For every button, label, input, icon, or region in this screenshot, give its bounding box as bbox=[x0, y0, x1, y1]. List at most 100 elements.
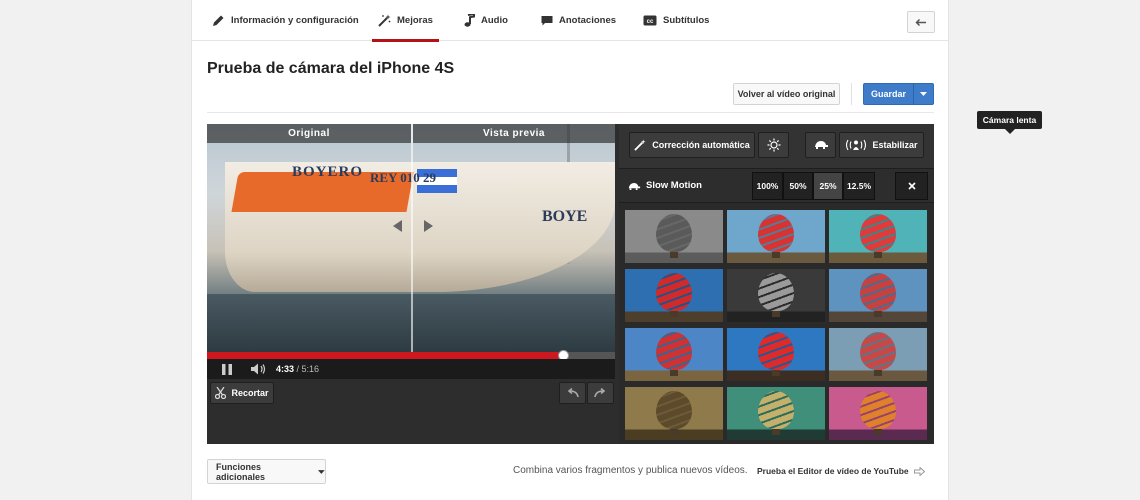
balloon-image bbox=[860, 273, 896, 317]
speed-12-5[interactable]: 12.5% bbox=[843, 172, 875, 200]
tab-label: Subtítulos bbox=[663, 15, 710, 26]
save-dropdown-caret[interactable] bbox=[914, 92, 933, 96]
filter-thumbnail[interactable] bbox=[625, 269, 723, 322]
preview-label: Vista previa bbox=[413, 124, 615, 143]
footer-text: Combina varios fragmentos y publica nuev… bbox=[513, 465, 748, 476]
balloon-image bbox=[758, 332, 794, 376]
original-label: Original bbox=[207, 124, 411, 143]
enhancements-panel: Corrección automática Estabilizar Slow M… bbox=[619, 124, 934, 444]
split-divider[interactable] bbox=[411, 124, 413, 355]
tab-subtitles[interactable]: cc Subtítulos bbox=[643, 0, 709, 41]
video-editor-link-label: Prueba el Editor de vídeo de YouTube bbox=[757, 466, 909, 476]
filter-thumbnail[interactable] bbox=[829, 387, 927, 440]
slow-motion-row: Slow Motion 100% 50% 25% 12.5% bbox=[619, 168, 934, 203]
tab-annotations[interactable]: Anotaciones bbox=[541, 0, 616, 41]
speed-25[interactable]: 25% bbox=[813, 172, 843, 200]
arrow-left-icon bbox=[393, 220, 402, 232]
tab-enhancements[interactable]: Mejoras bbox=[372, 0, 439, 42]
filter-thumbnail[interactable] bbox=[829, 269, 927, 322]
turtle-icon bbox=[628, 183, 641, 190]
balloon-image bbox=[656, 214, 692, 258]
stabilize-icon bbox=[846, 139, 867, 151]
filter-thumbnail[interactable] bbox=[727, 269, 825, 322]
trim-button[interactable]: Recortar bbox=[210, 382, 274, 404]
filter-thumbnail[interactable] bbox=[625, 210, 723, 263]
divider bbox=[207, 112, 934, 113]
svg-text:cc: cc bbox=[647, 19, 654, 25]
player-controls: 4:33 / 5:16 bbox=[207, 359, 615, 379]
volume-icon[interactable] bbox=[251, 363, 267, 375]
divider bbox=[851, 83, 852, 105]
save-button[interactable]: Guardar bbox=[863, 83, 934, 105]
video-editor-link[interactable]: Prueba el Editor de vídeo de YouTube bbox=[757, 466, 925, 476]
arrow-right-icon bbox=[913, 466, 925, 476]
tab-info-settings[interactable]: Información y configuración bbox=[212, 0, 359, 41]
scissors-icon bbox=[215, 387, 227, 399]
undo-button[interactable] bbox=[559, 382, 586, 404]
revert-original-button[interactable]: Volver al vídeo original bbox=[733, 83, 840, 105]
balloon-image bbox=[860, 391, 896, 435]
caret-down-icon bbox=[920, 92, 927, 96]
back-button[interactable] bbox=[907, 11, 935, 33]
balloon-image bbox=[758, 391, 794, 435]
stabilize-label: Estabilizar bbox=[872, 140, 918, 150]
save-label: Guardar bbox=[864, 84, 914, 104]
boat-text: BOYERO bbox=[292, 164, 364, 180]
filter-thumbnail[interactable] bbox=[829, 210, 927, 263]
speed-100[interactable]: 100% bbox=[752, 172, 783, 200]
balloon-image bbox=[860, 214, 896, 258]
close-slow-motion-button[interactable] bbox=[895, 172, 928, 200]
video-preview[interactable]: BOYERO REY 010 29 BOYE Original Vista pr… bbox=[207, 124, 615, 355]
stabilize-button[interactable]: Estabilizar bbox=[839, 132, 924, 158]
speed-50[interactable]: 50% bbox=[783, 172, 813, 200]
additional-features-label: Funciones adicionales bbox=[216, 461, 266, 482]
undo-icon bbox=[567, 388, 579, 398]
balloon-image bbox=[656, 332, 692, 376]
tool-row: Corrección automática Estabilizar bbox=[619, 124, 934, 168]
arrow-right-icon bbox=[424, 220, 433, 232]
tab-audio[interactable]: Audio bbox=[464, 0, 508, 41]
page-title: Prueba de cámara del iPhone 4S bbox=[207, 60, 455, 77]
redo-button[interactable] bbox=[587, 382, 614, 404]
turtle-icon bbox=[814, 141, 828, 149]
tab-bar: Información y configuración Mejoras Audi… bbox=[192, 0, 948, 42]
filter-thumbnail[interactable] bbox=[625, 387, 723, 440]
caret-down-icon bbox=[318, 469, 325, 474]
balloon-image bbox=[656, 273, 692, 317]
editor-area: BOYERO REY 010 29 BOYE Original Vista pr… bbox=[207, 124, 934, 444]
filter-thumbnail[interactable] bbox=[625, 328, 723, 381]
split-handle[interactable] bbox=[393, 220, 433, 234]
balloon-image bbox=[860, 332, 896, 376]
tab-label: Anotaciones bbox=[559, 15, 617, 26]
boat-text: REY 010 29 bbox=[370, 170, 436, 185]
progress-fill bbox=[207, 352, 563, 359]
auto-fix-button[interactable]: Corrección automática bbox=[629, 132, 755, 158]
tab-label: Mejoras bbox=[397, 15, 433, 26]
filter-thumbnail[interactable] bbox=[727, 328, 825, 381]
editor-page: Información y configuración Mejoras Audi… bbox=[191, 0, 1042, 500]
current-time: 4:33 bbox=[276, 364, 295, 374]
slow-motion-button[interactable] bbox=[805, 132, 836, 158]
close-icon bbox=[907, 182, 916, 190]
auto-fix-label: Corrección automática bbox=[652, 140, 750, 150]
additional-features-button[interactable]: Funciones adicionales bbox=[207, 459, 326, 484]
pause-icon[interactable] bbox=[222, 364, 232, 375]
pencil-icon bbox=[213, 15, 224, 26]
magic-wand-icon bbox=[378, 14, 391, 27]
filter-thumbnail[interactable] bbox=[727, 210, 825, 263]
speech-bubble-icon bbox=[541, 15, 553, 25]
brightness-button[interactable] bbox=[758, 132, 789, 158]
sun-icon bbox=[767, 138, 780, 152]
cc-icon: cc bbox=[643, 15, 657, 26]
magic-wand-icon bbox=[634, 139, 646, 151]
balloon-image bbox=[758, 214, 794, 258]
time-display: 4:33 / 5:16 bbox=[276, 364, 319, 374]
boat-text: BOYE bbox=[542, 208, 588, 225]
total-time: / 5:16 bbox=[296, 364, 320, 374]
filter-thumbnail[interactable] bbox=[829, 328, 927, 381]
progress-bar[interactable] bbox=[207, 350, 615, 361]
filter-thumbnail[interactable] bbox=[727, 387, 825, 440]
redo-icon bbox=[594, 388, 606, 398]
tab-label: Información y configuración bbox=[231, 15, 359, 26]
slow-motion-label: Slow Motion bbox=[646, 180, 702, 191]
